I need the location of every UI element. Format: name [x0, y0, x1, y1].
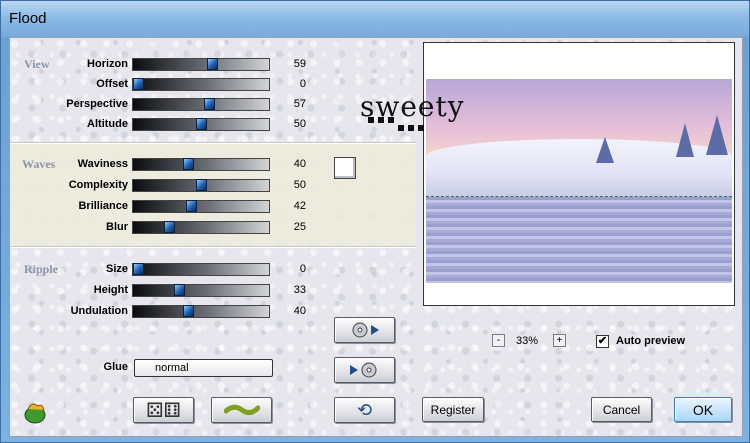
waviness-slider[interactable]: [132, 158, 270, 171]
tree-shape: [706, 115, 728, 155]
undulation-slider[interactable]: [132, 305, 270, 318]
save-preset-button[interactable]: [334, 357, 395, 383]
app-logo-icon: [22, 401, 48, 425]
offset-label: Offset: [96, 78, 128, 90]
cancel-button[interactable]: Cancel: [591, 397, 652, 422]
slider-thumb[interactable]: [207, 58, 218, 70]
flood-dialog: Flood View Waves Ripple Horizon 59 Offse…: [0, 0, 750, 443]
waviness-label: Waviness: [77, 158, 128, 170]
auto-preview-label: Auto preview: [616, 335, 686, 347]
slider-thumb[interactable]: [183, 305, 194, 317]
slider-thumb[interactable]: [174, 284, 185, 296]
tree-shape: [676, 123, 694, 157]
slider-thumb[interactable]: [183, 158, 194, 170]
zoom-out-button[interactable]: -: [492, 334, 505, 347]
undulation-value: 40: [293, 305, 306, 317]
disc-forward-icon: [352, 322, 379, 338]
height-label: Height: [93, 284, 128, 296]
slider-thumb[interactable]: [204, 98, 215, 110]
preview-panel[interactable]: [423, 42, 735, 306]
wave-preset-button[interactable]: [211, 397, 272, 423]
brilliance-value: 42: [293, 200, 306, 212]
dice-icon: ⚄⚅: [146, 399, 181, 422]
slider-thumb[interactable]: [186, 200, 197, 212]
horizon-line[interactable]: [426, 196, 732, 198]
auto-preview-checkbox[interactable]: ✔: [596, 335, 609, 348]
waviness-value: 40: [293, 158, 306, 170]
brilliance-slider[interactable]: [132, 200, 270, 213]
horizon-label: Horizon: [87, 58, 128, 70]
size-value: 0: [299, 263, 306, 275]
window-title: Flood: [9, 10, 47, 27]
slider-thumb[interactable]: [133, 263, 144, 275]
offset-slider[interactable]: [132, 78, 270, 91]
altitude-slider[interactable]: [132, 118, 270, 131]
randomize-button[interactable]: ⚄⚅: [133, 397, 194, 423]
tree-shape: [596, 137, 614, 163]
zoom-in-button[interactable]: +: [553, 334, 566, 347]
perspective-label: Perspective: [66, 98, 128, 110]
complexity-slider[interactable]: [132, 179, 270, 192]
slider-thumb[interactable]: [196, 118, 207, 130]
glue-label: Glue: [103, 361, 128, 373]
horizon-value: 59: [293, 58, 306, 70]
blur-label: Blur: [106, 221, 128, 233]
section-divider: [10, 246, 416, 248]
slider-thumb[interactable]: [133, 78, 144, 90]
section-divider: [10, 142, 416, 144]
slider-thumb[interactable]: [164, 221, 175, 233]
horizon-slider[interactable]: [132, 58, 270, 71]
perspective-slider[interactable]: [132, 98, 270, 111]
title-bar[interactable]: Flood: [1, 1, 749, 37]
perspective-value: 57: [293, 98, 306, 110]
disc-save-icon: [349, 362, 376, 378]
slider-thumb[interactable]: [196, 179, 207, 191]
blur-slider[interactable]: [132, 221, 270, 234]
altitude-value: 50: [293, 118, 306, 130]
offset-value: 0: [299, 78, 306, 90]
register-button[interactable]: Register: [422, 397, 484, 422]
preview-image: [426, 79, 732, 283]
blur-value: 25: [293, 221, 306, 233]
dialog-body: View Waves Ripple Horizon 59 Offset 0 Pe…: [9, 37, 743, 437]
height-slider[interactable]: [132, 284, 270, 297]
wave-icon: [223, 404, 260, 416]
zoom-level: 33%: [516, 335, 539, 347]
water-reflection: [426, 197, 732, 283]
size-label: Size: [105, 263, 128, 275]
reset-button[interactable]: ⟲: [334, 397, 395, 423]
complexity-value: 50: [293, 179, 306, 191]
glue-select[interactable]: normal: [134, 359, 273, 377]
undo-icon: ⟲: [356, 399, 373, 420]
altitude-label: Altitude: [87, 118, 128, 130]
watermark-text: sweety: [360, 90, 465, 123]
color-swatch[interactable]: [334, 157, 356, 179]
load-preset-button[interactable]: [334, 317, 395, 343]
undulation-label: Undulation: [70, 305, 128, 317]
ok-button[interactable]: OK: [674, 397, 732, 422]
size-slider[interactable]: [132, 263, 270, 276]
complexity-label: Complexity: [68, 179, 128, 191]
height-value: 33: [293, 284, 306, 296]
brilliance-label: Brilliance: [78, 200, 128, 212]
